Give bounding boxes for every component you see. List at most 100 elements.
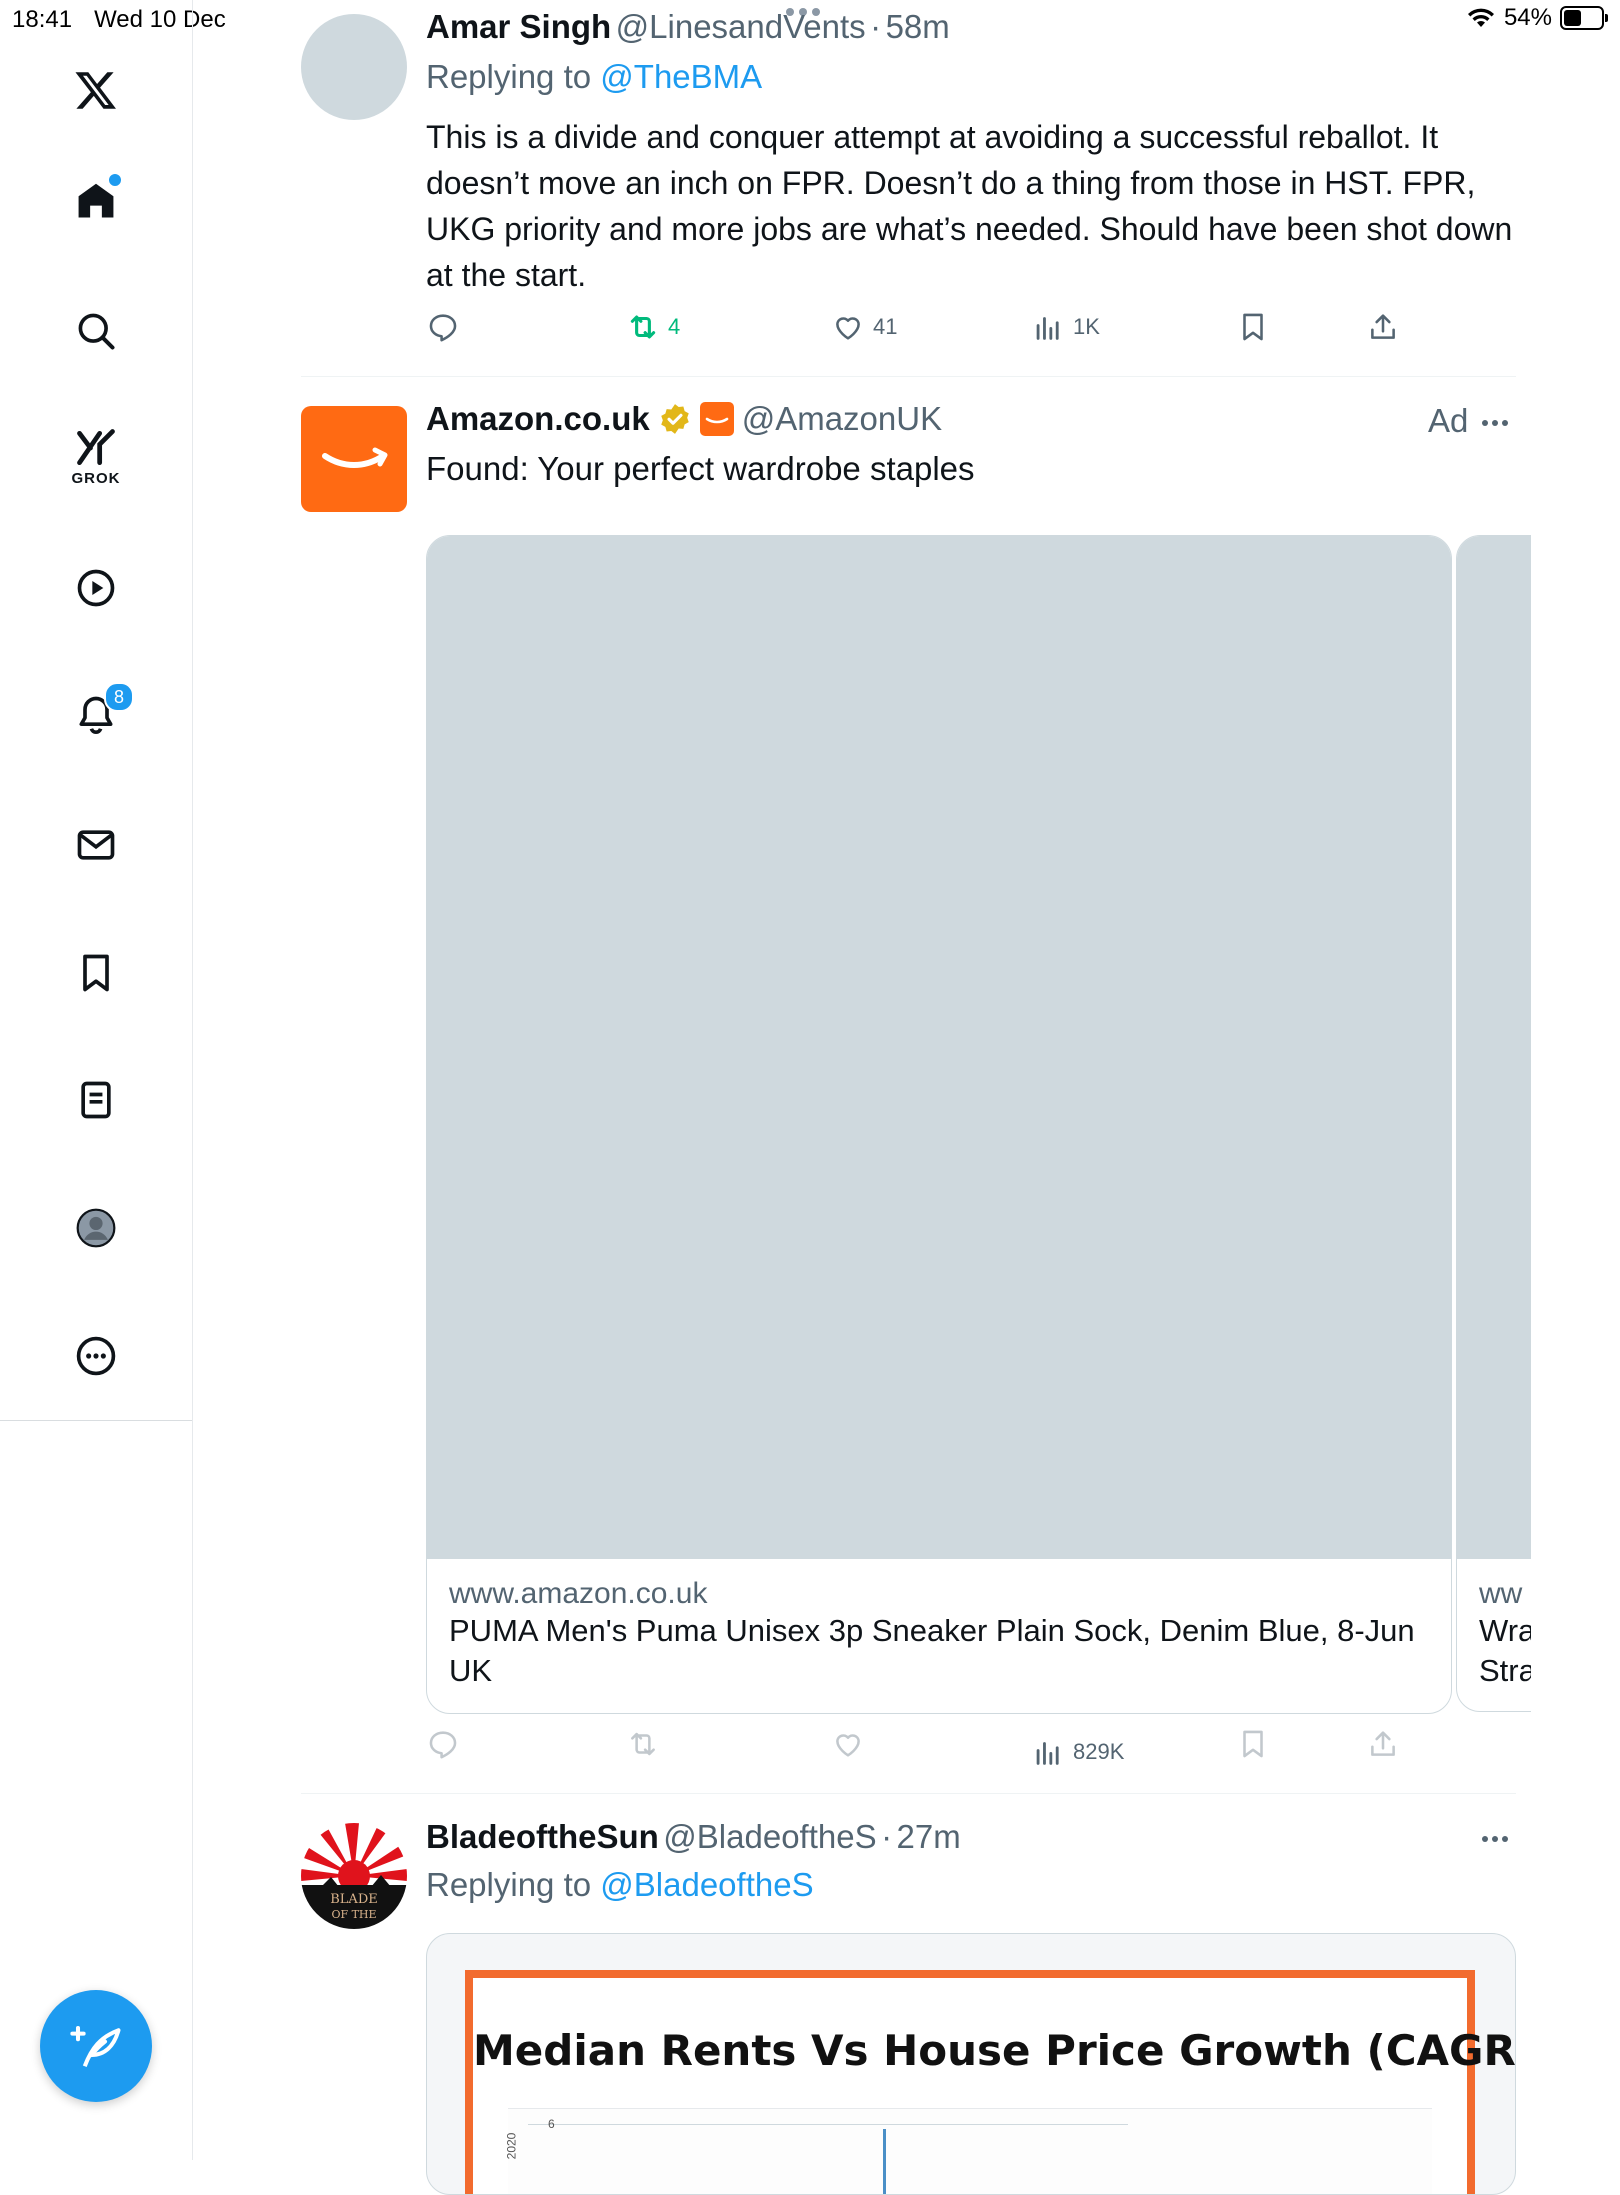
card-domain: www.amazon.co.uk [449,1577,708,1610]
battery-percent: 54% [1503,4,1552,31]
ad-like-button[interactable] [831,1727,865,1761]
avatar-text-line1: BLADE [330,1892,378,1907]
tweet-header: BladeoftheSun @BladeoftheS · 27m [426,1818,961,1856]
video-play-icon[interactable] [71,563,121,613]
notifications-badge: 8 [104,682,134,712]
chart-image-frame: Median Rents Vs House Price Growth (CAGR… [465,1970,1516,2194]
avatar[interactable] [301,14,407,120]
replying-prefix: Replying to [426,1866,592,1903]
compose-post-button[interactable] [40,1990,152,2102]
retweet-button[interactable]: 4 [626,310,680,344]
sidebar-divider [0,1420,192,1421]
views-bar-chart-icon [1036,317,1059,340]
share-icon [1371,314,1395,339]
reply-icon [429,314,457,342]
profile-avatar-icon[interactable] [71,1203,121,1253]
views-button[interactable]: 1K [1031,310,1100,344]
chart-side-label: 2020 [504,2132,519,2160]
card-meta: www.amazon.co.uk PUMA Men's Puma Unisex … [427,1559,1451,1709]
tweet-divider [301,1793,1516,1794]
viewport-edge [1531,535,1620,1712]
replying-handle[interactable]: @TheBMA [600,58,762,95]
like-count: 41 [873,314,898,339]
views-count: 1K [1073,314,1100,339]
attached-image-card[interactable]: Median Rents Vs House Price Growth (CAGR… [426,1933,1516,2195]
verified-gold-badge-icon [660,404,689,434]
ad-carousel-card[interactable]: www.amazon.co.uk PUMA Men's Puma Unisex … [426,535,1452,1714]
chart-title: Median Rents Vs House Price Growth (CAGR… [473,2026,1516,2075]
author-handle[interactable]: @BladeoftheS [663,1818,876,1855]
heart-icon [836,1734,860,1757]
home-new-dot [107,172,123,188]
avatar-blade-of-the-sun[interactable]: BLADE OF THE [301,1823,407,1929]
more-options-icon[interactable] [71,1331,121,1381]
advertiser-name[interactable]: Amazon.co.uk [426,400,650,438]
lists-icon[interactable] [71,1075,121,1125]
post-time[interactable]: 27m [897,1818,961,1855]
wifi-icon [1467,8,1494,27]
list-glyph [81,1081,111,1119]
replying-prefix: Replying to [426,58,592,95]
share-button[interactable] [1366,310,1400,344]
messages-mail-icon[interactable] [71,820,121,870]
ad-actions-faded [426,1727,1516,1777]
author-handle[interactable]: @LinesandVents [616,8,866,45]
affiliate-badge-icon [699,402,734,436]
ad-header: Amazon.co.uk @AmazonUK [426,400,942,438]
author-name[interactable]: Amar Singh [426,8,611,45]
ad-text: Found: Your perfect wardrobe staples [426,450,975,487]
retweet-icon [630,315,656,339]
heart-icon [836,317,860,340]
share-icon [1371,1731,1395,1756]
ad-more-options-icon[interactable] [1482,420,1508,426]
grok-icon[interactable]: GROK [71,426,121,496]
replying-handle[interactable]: @BladeoftheS [600,1866,813,1903]
dot-separator: · [881,1818,893,1855]
reply-icon [429,1731,457,1759]
rising-sun-avatar-icon: BLADE OF THE [301,1823,407,1929]
card-title: PUMA Men's Puma Unisex 3p Sneaker Plain … [449,1613,1415,1688]
like-button[interactable]: 41 [831,310,897,344]
bookmark-button[interactable] [1236,310,1270,344]
more-options-icon[interactable] [1482,1836,1508,1842]
more-circle-glyph [76,1336,116,1376]
sidebar-nav: GROK 8 [0,0,193,2160]
mail-glyph [77,830,115,860]
compose-feather-icon [70,2025,121,2067]
home-icon[interactable] [71,172,123,226]
amazon-logo-avatar[interactable] [301,406,407,512]
reply-button[interactable] [426,310,460,344]
views-bar-chart-icon [1036,1742,1059,1765]
profile-glyph [76,1208,116,1248]
avatar-text-line2: OF THE [331,1908,376,1921]
status-bar-right: 54% [1466,4,1608,32]
tweet-text: This is a divide and conquer attempt at … [426,119,1513,293]
author-name[interactable]: BladeoftheSun [426,1818,659,1855]
chart-bar [883,2129,886,2194]
x-logo-glyph [75,72,116,109]
post-time[interactable]: 58m [886,8,950,45]
video-play-glyph [77,569,115,607]
chart-gridline [528,2124,1128,2145]
search-icon[interactable] [71,306,121,356]
x-logo-icon[interactable] [71,65,121,115]
product-image-placeholder[interactable] [427,536,1451,1559]
dot-separator: · [870,8,882,45]
ad-share-button[interactable] [1366,1727,1400,1761]
tweet-header: Amar Singh @LinesandVents · 58m [426,8,950,46]
ad-retweet-button[interactable] [626,1727,660,1761]
tweet-divider [301,376,1516,377]
replying-to: Replying to @TheBMA [426,58,762,96]
bookmarks-icon[interactable] [71,948,121,998]
ad-label: Ad [1428,402,1469,439]
search-glyph [78,313,115,350]
notifications-bell-icon[interactable]: 8 [71,682,134,740]
advertiser-handle[interactable]: @AmazonUK [742,400,942,438]
amazon-smile-icon [322,447,388,468]
tweet-actions: 4 41 1K [426,310,1516,360]
battery-icon [1560,6,1608,30]
chart-y-tick: 6 [548,2117,555,2131]
retweet-count: 4 [668,314,681,339]
ad-reply-button[interactable] [426,1727,460,1761]
ad-bookmark-button[interactable] [1236,1727,1270,1761]
